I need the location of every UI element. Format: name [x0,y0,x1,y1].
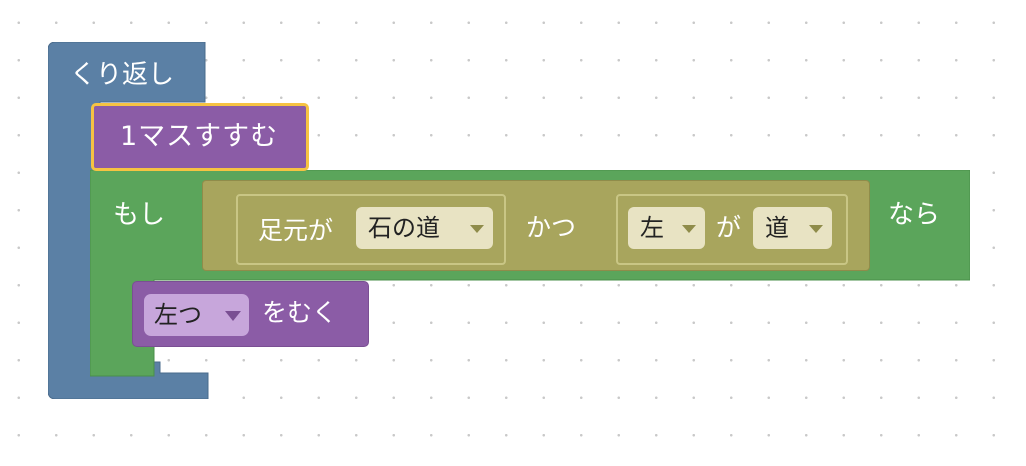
blockly-workspace[interactable]: くり返し もし なら 足元が 石の道 かつ 左 が 道 1マスすすむ 左つ をむ… [0,0,1026,466]
if-block-label: もし [113,200,166,230]
ground-type-dropdown[interactable]: 石の道 [356,207,493,249]
terrain-dropdown[interactable]: 道 [753,207,832,249]
move-forward-label: 1マスすすむ [120,121,279,152]
terrain-value: 道 [765,214,789,242]
chevron-down-icon [682,225,696,233]
chevron-down-icon [809,225,823,233]
move-forward-block[interactable]: 1マスすすむ [91,103,309,171]
ground-type-value: 石の道 [368,214,440,242]
and-connector-label: かつ [526,213,577,242]
turn-block-label: をむく [262,298,338,327]
turn-direction-dropdown[interactable]: 左つ [144,294,249,336]
chevron-down-icon [470,225,484,233]
if-block-then-label: なら [888,200,941,230]
turn-direction-value: 左つ [154,301,202,329]
chevron-down-icon [225,311,241,321]
direction-sensor-label: が [716,213,742,242]
repeat-block-label: くり返し [70,60,175,90]
ground-sensor-label: 足元が [258,216,334,245]
direction-value: 左 [640,214,664,242]
direction-dropdown[interactable]: 左 [628,207,705,249]
